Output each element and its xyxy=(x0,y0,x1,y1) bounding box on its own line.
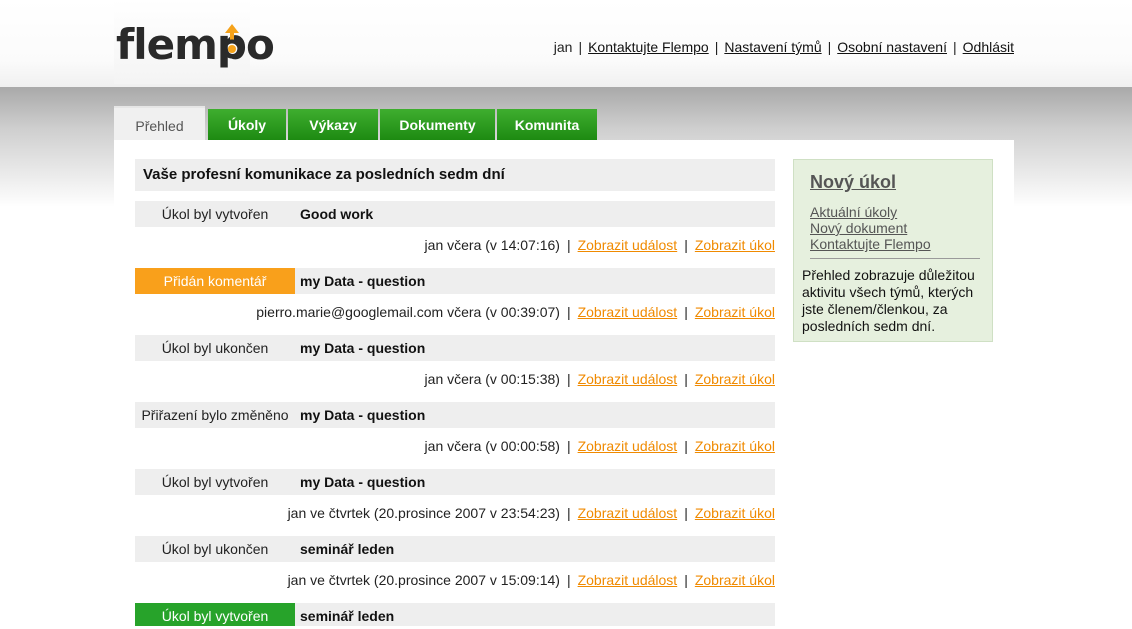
tab-vykazy[interactable]: Výkazy xyxy=(288,109,378,140)
show-event-link[interactable]: Zobrazit událost xyxy=(578,505,678,521)
event-title-row: Přiřazení bylo změněno my Data - questio… xyxy=(135,402,775,428)
event-title-row: Úkol byl ukončen seminář leden xyxy=(135,536,775,562)
event-type: Úkol byl ukončen xyxy=(161,541,269,557)
event-meta-row: jan včera (v 14:07:16) | Zobrazit událost |… xyxy=(424,237,775,253)
top-navigation: jan | Kontaktujte Flempo | Nastavení týmů | Os… xyxy=(553,39,1014,55)
contact-link[interactable]: Kontaktujte Flempo xyxy=(588,39,709,55)
new-document-link[interactable]: Nový dokument xyxy=(810,220,931,236)
sidebar-box: Nový úkol Aktuální úkoly Nový dokument K… xyxy=(793,159,993,342)
show-task-link[interactable]: Zobrazit úkol xyxy=(695,371,775,387)
event-type: Přiřazení bylo změněno xyxy=(141,407,289,423)
event-task-name: my Data - question xyxy=(300,340,426,356)
event-title-row: Úkol byl vytvořen my Data - question xyxy=(135,469,775,495)
event-title-row: Přidán komentář my Data - question xyxy=(135,268,775,294)
event-title-row: Úkol byl vytvořen seminář leden xyxy=(135,603,775,626)
event-type: Úkol byl vytvořen xyxy=(161,474,269,490)
team-settings-link[interactable]: Nastavení týmů xyxy=(724,39,821,55)
sidebar-contact-link[interactable]: Kontaktujte Flempo xyxy=(810,236,931,252)
event-title-row: Úkol byl ukončen my Data - question xyxy=(135,335,775,361)
tab-dokumenty[interactable]: Dokumenty xyxy=(380,109,495,140)
personal-settings-link[interactable]: Osobní nastavení xyxy=(837,39,947,55)
event-task-name: my Data - question xyxy=(300,407,426,423)
event-author-time: jan ve čtvrtek (20.prosince 2007 v 15:09… xyxy=(287,572,560,588)
event-task-name: my Data - question xyxy=(300,474,426,490)
event-task-name: Good work xyxy=(300,206,374,222)
activity-heading: Vaše profesní komunikace za posledních s… xyxy=(143,166,505,183)
event-author-time: jan včera (v 14:07:16) xyxy=(424,237,560,253)
show-task-link[interactable]: Zobrazit úkol xyxy=(695,438,775,454)
show-event-link[interactable]: Zobrazit událost xyxy=(578,304,678,320)
show-event-link[interactable]: Zobrazit událost xyxy=(578,371,678,387)
event-meta-row: pierro.marie@googlemail.com včera (v 00:… xyxy=(256,304,775,320)
event-task-name: my Data - question xyxy=(300,273,426,289)
event-meta-row: jan včera (v 00:00:58) | Zobrazit událost |… xyxy=(424,438,775,454)
current-user: jan xyxy=(553,39,573,55)
event-type: Úkol byl vytvořen xyxy=(161,206,269,222)
event-author-time: jan včera (v 00:00:58) xyxy=(424,438,560,454)
event-meta-row: jan včera (v 00:15:38) | Zobrazit událost |… xyxy=(424,371,775,387)
new-task-link[interactable]: Nový úkol xyxy=(810,172,896,193)
logo-arrow-icon xyxy=(222,24,242,59)
event-task-name: seminář leden xyxy=(300,541,395,557)
show-event-link[interactable]: Zobrazit událost xyxy=(578,237,678,253)
show-event-link[interactable]: Zobrazit událost xyxy=(578,572,678,588)
event-meta-row: jan ve čtvrtek (20.prosince 2007 v 23:54… xyxy=(287,505,775,521)
event-meta-row: jan ve čtvrtek (20.prosince 2007 v 15:09… xyxy=(287,572,775,588)
show-task-link[interactable]: Zobrazit úkol xyxy=(695,572,775,588)
current-tasks-link[interactable]: Aktuální úkoly xyxy=(810,204,931,220)
event-author-time: pierro.marie@googlemail.com včera (v 00:… xyxy=(256,304,560,320)
logo[interactable]: flempo xyxy=(116,20,275,70)
logout-link[interactable]: Odhlásit xyxy=(963,39,1014,55)
event-author-time: jan včera (v 00:15:38) xyxy=(424,371,560,387)
tab-prehled[interactable]: Přehled xyxy=(114,106,205,140)
show-event-link[interactable]: Zobrazit událost xyxy=(578,438,678,454)
sidebar-divider xyxy=(810,258,980,259)
sidebar-description: Přehled zobrazuje důležitou aktivitu vše… xyxy=(802,267,975,334)
event-type: Úkol byl ukončen xyxy=(161,340,269,356)
event-author-time: jan ve čtvrtek (20.prosince 2007 v 23:54… xyxy=(287,505,560,521)
event-type: Úkol byl vytvořen xyxy=(135,603,295,626)
activity-heading-row: Vaše profesní komunikace za posledních s… xyxy=(135,159,775,191)
event-title-row: Úkol byl vytvořen Good work xyxy=(135,201,775,227)
sidebar-links: Aktuální úkoly Nový dokument Kontaktujte… xyxy=(810,204,931,252)
event-task-name: seminář leden xyxy=(300,608,395,624)
show-task-link[interactable]: Zobrazit úkol xyxy=(695,237,775,253)
tab-komunita[interactable]: Komunita xyxy=(497,109,597,140)
show-task-link[interactable]: Zobrazit úkol xyxy=(695,505,775,521)
tab-ukoly[interactable]: Úkoly xyxy=(208,109,286,140)
show-task-link[interactable]: Zobrazit úkol xyxy=(695,304,775,320)
event-type: Přidán komentář xyxy=(135,268,295,294)
